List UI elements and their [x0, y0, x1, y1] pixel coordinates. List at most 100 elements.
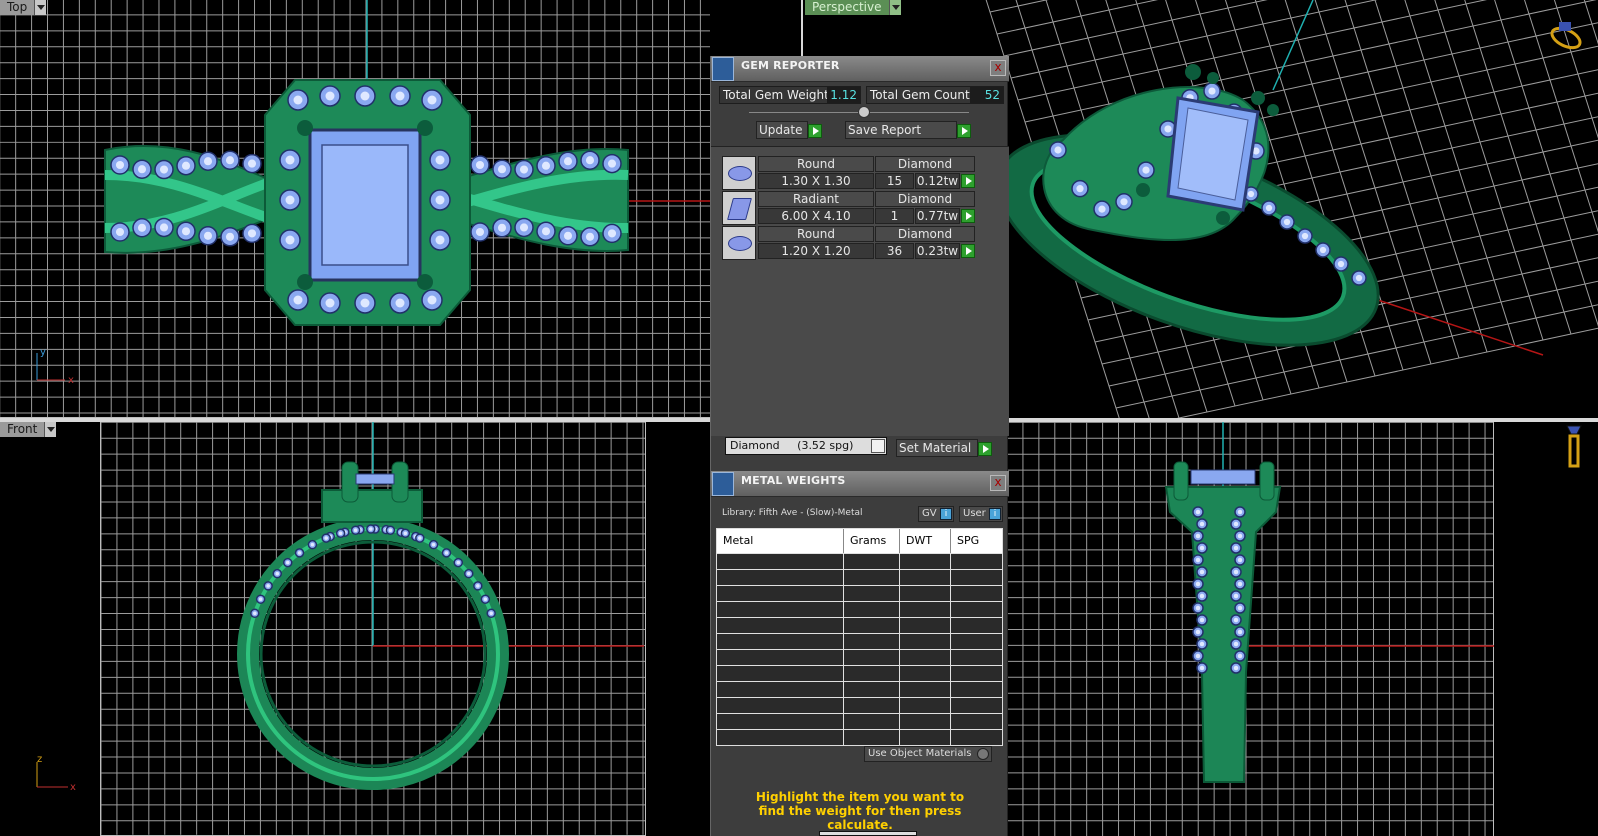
stone-highlight — [225, 156, 235, 165]
right-viewport[interactable] — [1008, 422, 1598, 836]
svg-text:x: x — [70, 782, 76, 793]
stone-highlight — [395, 91, 405, 101]
stone-highlight — [607, 229, 617, 238]
gv-toggle[interactable]: GV i — [918, 506, 954, 522]
stone-highlight — [1237, 557, 1243, 563]
gem-row[interactable]: Radiant 6.00 X 4.10 Diamond 1 0.77tw — [722, 191, 976, 225]
gem-weight: 0.23tw — [915, 243, 960, 259]
instruction-text: Highlight the item you want to find the … — [755, 790, 965, 832]
stone-highlight — [585, 156, 595, 165]
material-select-value: Diamond (3.52 spg) — [730, 439, 854, 452]
save-report-button[interactable]: Save Report — [845, 121, 973, 139]
gem-row[interactable]: Round 1.20 X 1.20 Diamond 36 0.23tw — [722, 226, 976, 260]
stone-highlight — [225, 232, 235, 241]
column-header: Metal — [717, 529, 844, 553]
front-viewport[interactable]: z x Front — [0, 422, 710, 836]
stone-highlight — [1199, 617, 1205, 623]
save-report-button-label: Save Report — [845, 121, 957, 139]
gem-row[interactable]: Round 1.30 X 1.30 Diamond 15 0.12tw — [722, 156, 976, 190]
stone-highlight — [1247, 190, 1255, 198]
table-row[interactable] — [717, 553, 1002, 569]
stone-highlight — [1319, 246, 1327, 254]
stone-highlight — [310, 542, 315, 547]
chevron-down-icon[interactable] — [44, 422, 57, 437]
right-ring-model[interactable] — [1008, 422, 1598, 836]
table-header: Metal Grams DWT SPG — [717, 529, 1002, 553]
table-row[interactable] — [717, 601, 1002, 617]
metal-weights-titlebar[interactable]: METAL WEIGHTS x — [711, 471, 1009, 497]
play-icon[interactable] — [961, 174, 975, 188]
stone-highlight — [203, 231, 213, 240]
metal-weights-title: METAL WEIGHTS — [741, 474, 846, 487]
stone-highlight — [475, 160, 485, 170]
top-viewport[interactable]: y x Top — [0, 0, 710, 418]
total-gem-weight-field: Total Gem Weight 1.12 — [719, 86, 861, 104]
table-row[interactable] — [717, 697, 1002, 713]
ring-view-icon[interactable] — [1561, 422, 1587, 472]
stone-highlight — [258, 597, 263, 602]
table-row[interactable] — [717, 585, 1002, 601]
top-ring-model[interactable] — [0, 0, 710, 418]
stone-highlight — [1233, 665, 1239, 671]
top-view-label[interactable]: Top — [0, 0, 47, 15]
stone-highlight — [1142, 166, 1150, 174]
checkbox-icon[interactable] — [977, 748, 989, 760]
slider-handle[interactable] — [858, 106, 870, 118]
perspective-view-label[interactable]: Perspective — [805, 0, 901, 15]
chevron-down-icon[interactable] — [34, 0, 47, 15]
table-row[interactable] — [717, 649, 1002, 665]
gem-shape: Radiant — [758, 191, 874, 207]
front-ring-model[interactable] — [0, 422, 710, 836]
update-button[interactable]: Update — [756, 121, 824, 139]
gem-reporter-titlebar[interactable]: GEM REPORTER x — [711, 56, 1009, 82]
table-row[interactable] — [717, 713, 1002, 729]
metal-weights-icon — [712, 472, 734, 496]
set-material-button-label: Set Material — [896, 439, 978, 457]
table-row[interactable] — [717, 569, 1002, 585]
ring-view-icon[interactable] — [1548, 18, 1584, 52]
set-material-button[interactable]: Set Material — [896, 439, 996, 457]
play-icon[interactable] — [961, 244, 975, 258]
front-view-label[interactable]: Front — [0, 422, 57, 437]
material-select[interactable]: Diamond (3.52 spg) — [725, 437, 887, 455]
stone-highlight — [1283, 218, 1291, 226]
metal-weights-table[interactable]: Metal Grams DWT SPG — [716, 528, 1003, 746]
svg-text:y: y — [40, 347, 46, 358]
chevron-down-icon[interactable] — [888, 0, 901, 15]
total-gem-weight-label: Total Gem Weight — [723, 88, 829, 102]
stone-highlight — [325, 298, 335, 308]
table-row[interactable] — [717, 633, 1002, 649]
view-name: Top — [0, 0, 35, 15]
use-object-materials-checkbox[interactable]: Use Object Materials — [864, 746, 992, 762]
stone-highlight — [519, 223, 529, 232]
close-icon[interactable]: x — [990, 475, 1006, 491]
user-toggle[interactable]: User i — [959, 506, 1003, 522]
stone-highlight — [1237, 629, 1243, 635]
play-icon[interactable] — [961, 209, 975, 223]
stone-highlight — [285, 155, 295, 165]
calculate-button[interactable] — [819, 831, 917, 836]
stone-highlight — [395, 298, 405, 308]
total-gem-count-value: 52 — [970, 87, 1003, 103]
stone-highlight — [1098, 205, 1106, 213]
stone-highlight — [1233, 569, 1239, 575]
chevron-down-icon[interactable] — [871, 439, 885, 453]
stone-highlight — [1237, 581, 1243, 587]
stone-highlight — [1199, 569, 1205, 575]
radiant-gem-icon — [722, 191, 756, 225]
use-object-materials-label: Use Object Materials — [868, 748, 972, 759]
gem-shape: Round — [758, 156, 874, 172]
stone-highlight — [431, 542, 436, 547]
table-row[interactable] — [717, 729, 1002, 745]
stone-highlight — [1195, 533, 1201, 539]
round-gem-icon — [722, 156, 756, 190]
close-icon[interactable]: x — [990, 60, 1006, 76]
svg-text:z: z — [37, 754, 42, 765]
stone-highlight — [1199, 545, 1205, 551]
stone-highlight — [1233, 593, 1239, 599]
table-row[interactable] — [717, 665, 1002, 681]
table-row[interactable] — [717, 617, 1002, 633]
table-row[interactable] — [717, 681, 1002, 697]
front-axis-indicator: z x — [36, 754, 76, 793]
stone-highlight — [1054, 146, 1062, 154]
